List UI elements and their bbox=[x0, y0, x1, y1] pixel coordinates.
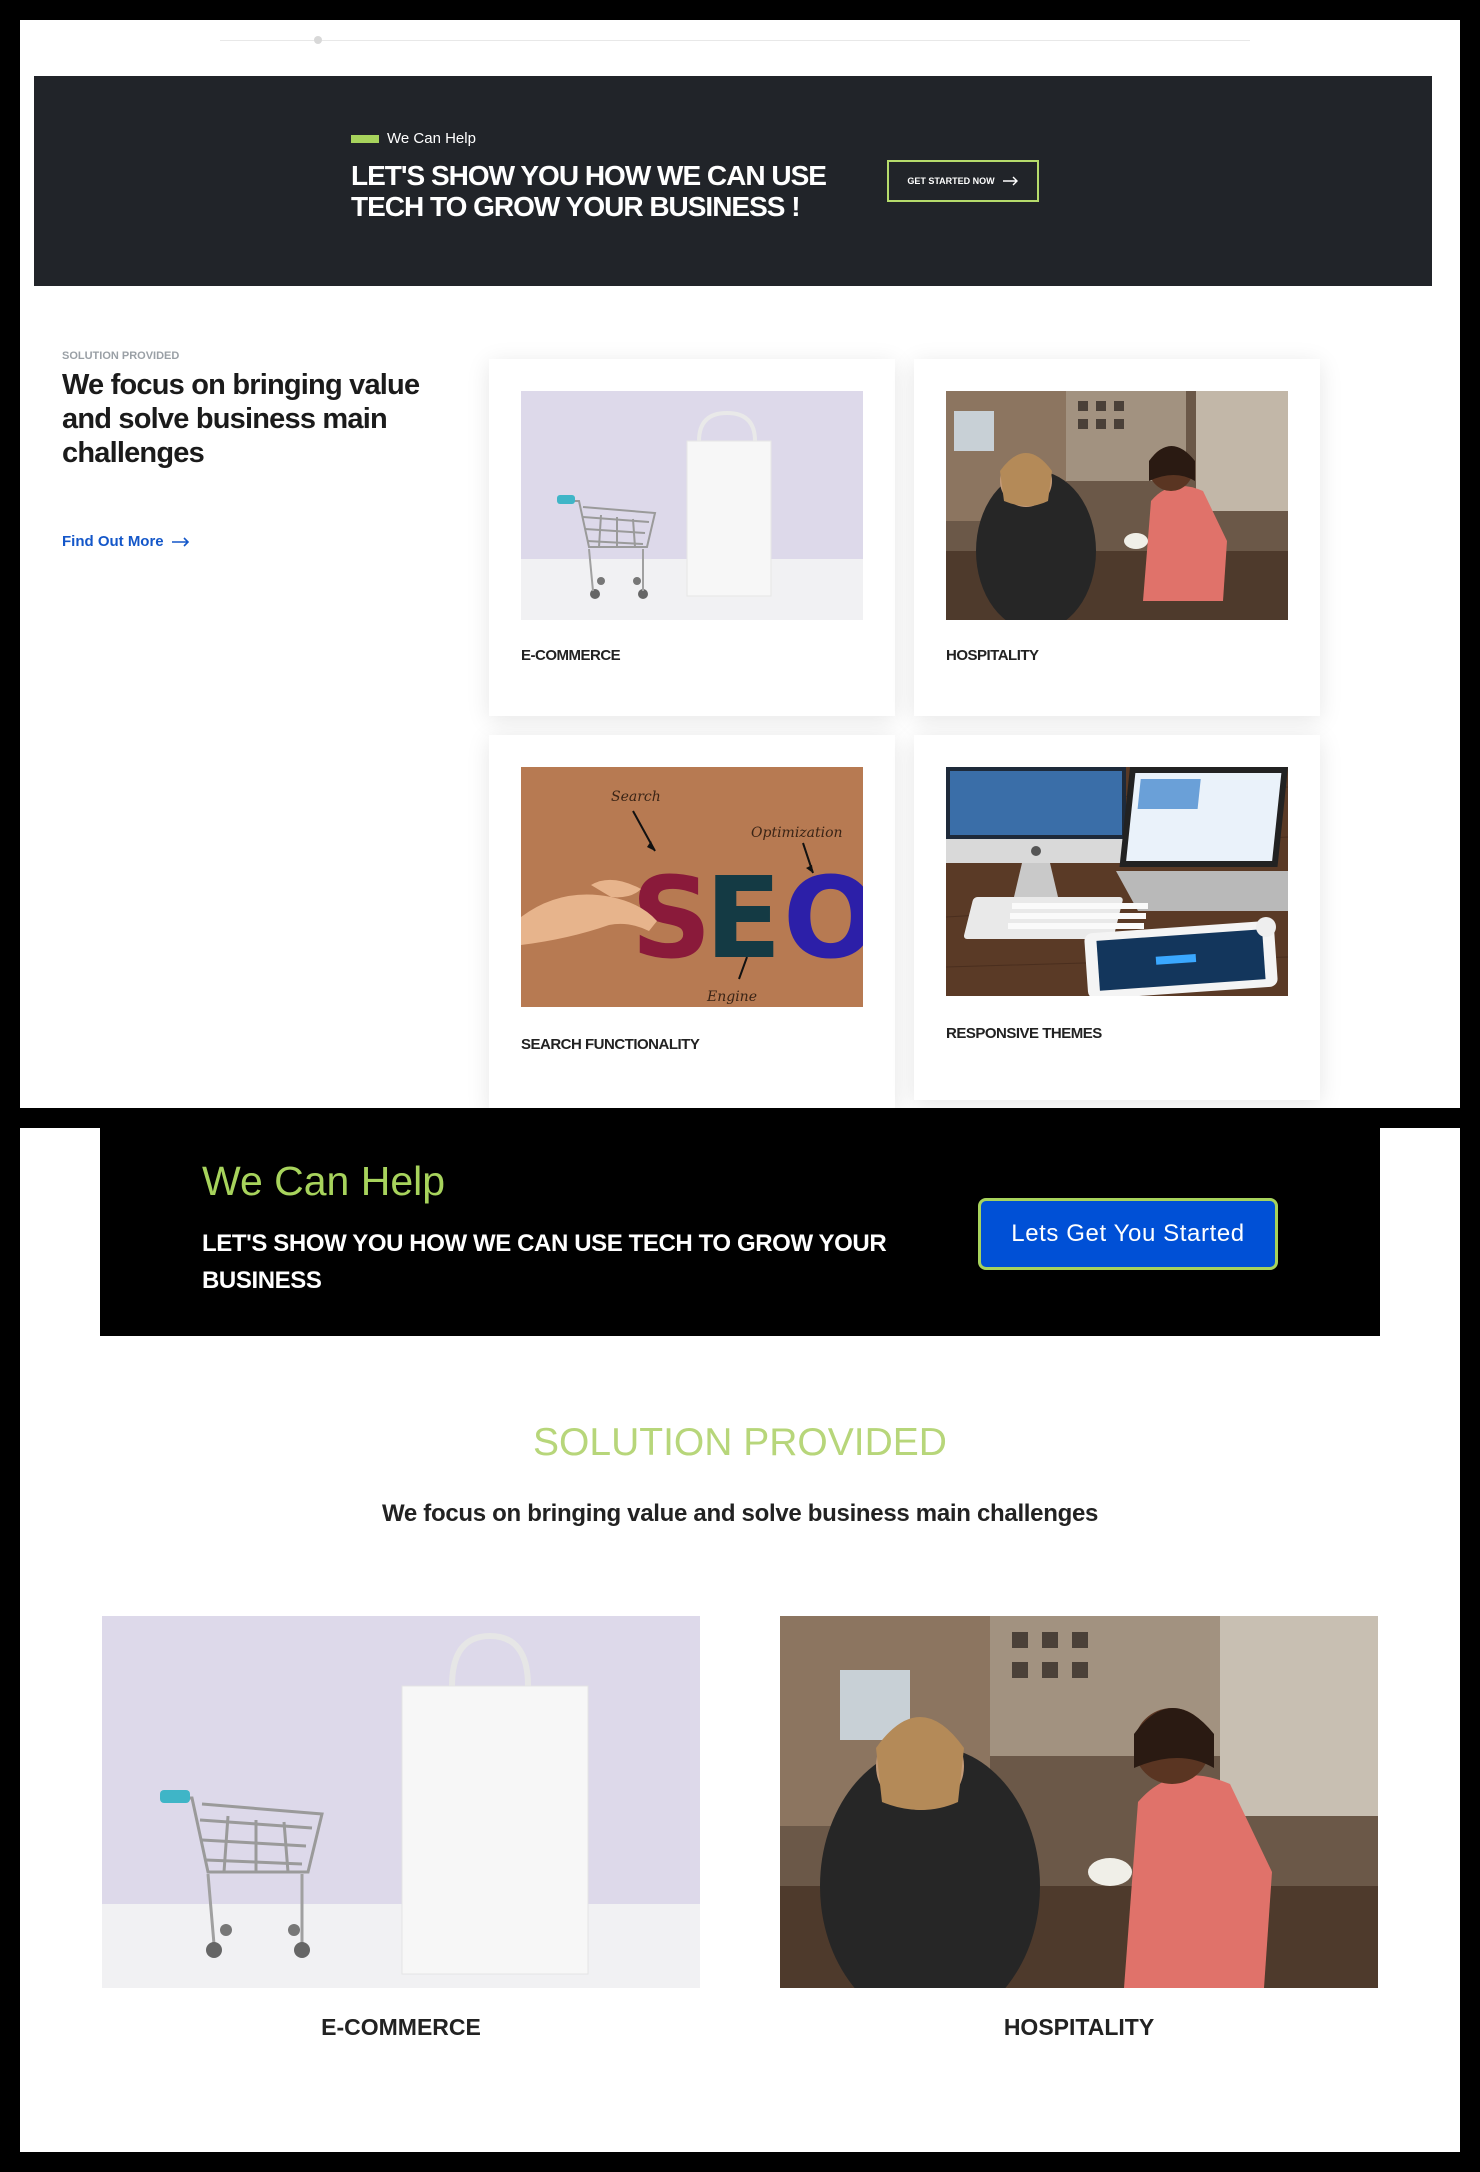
responsive-themes-image bbox=[946, 767, 1288, 996]
arrow-right-icon bbox=[171, 536, 189, 547]
card-label: E-COMMERCE bbox=[321, 2014, 481, 2040]
card-hospitality[interactable]: HOSPITALITY bbox=[780, 1616, 1378, 2041]
ecommerce-image bbox=[102, 1616, 700, 1988]
card-label: E-COMMERCE bbox=[521, 647, 621, 664]
card-responsive-themes[interactable]: RESPONSIVE THEMES bbox=[914, 735, 1320, 1100]
seo-tag-search: Search bbox=[611, 789, 661, 805]
nav-dot bbox=[314, 36, 322, 44]
seo-letter-o: O bbox=[783, 854, 863, 984]
card-label: HOSPITALITY bbox=[946, 647, 1039, 664]
card-label: SEARCH FUNCTIONALITY bbox=[521, 1036, 700, 1053]
card-search-functionality[interactable]: Search Optimization Engine S E O SEARCH … bbox=[489, 735, 895, 1108]
get-started-button[interactable]: GET STARTED NOW bbox=[887, 160, 1039, 202]
seo-letter-e: E bbox=[705, 854, 782, 984]
accent-bar bbox=[351, 134, 379, 143]
seo-image: Search Optimization Engine S E O bbox=[521, 767, 863, 1007]
find-out-more-label: Find Out More bbox=[62, 533, 164, 550]
hospitality-image bbox=[780, 1616, 1378, 1988]
solutions-eyebrow: SOLUTION PROVIDED bbox=[533, 1421, 947, 1464]
cta-heading: LET'S SHOW YOU HOW WE CAN USE TECH TO GR… bbox=[202, 1230, 887, 1294]
solutions-title: We focus on bringing value and solve bus… bbox=[62, 369, 420, 469]
nav-divider bbox=[220, 40, 1250, 41]
card-ecommerce[interactable]: E-COMMERCE bbox=[102, 1616, 700, 2041]
card-ecommerce[interactable]: E-COMMERCE bbox=[489, 359, 895, 716]
desktop-layout-screenshot: We Can Help LET'S SHOW YOU HOW WE CAN US… bbox=[20, 20, 1460, 1108]
card-hospitality[interactable]: HOSPITALITY bbox=[914, 359, 1320, 716]
cta-banner: We Can Help LET'S SHOW YOU HOW WE CAN US… bbox=[34, 76, 1432, 286]
seo-tag-engine: Engine bbox=[706, 989, 757, 1005]
seo-tag-optimization: Optimization bbox=[751, 825, 843, 841]
cta-eyebrow: We Can Help bbox=[351, 130, 476, 147]
cta-eyebrow: We Can Help bbox=[202, 1158, 446, 1204]
ecommerce-image bbox=[521, 391, 863, 620]
card-label: HOSPITALITY bbox=[1003, 2014, 1155, 2040]
hospitality-image bbox=[946, 391, 1288, 620]
solutions-subtitle: We focus on bringing value and solve bus… bbox=[381, 1500, 1099, 1527]
cta-banner: We Can Help LET'S SHOW YOU HOW WE CAN US… bbox=[100, 1128, 1380, 1336]
redesign-layout-screenshot: We Can Help LET'S SHOW YOU HOW WE CAN US… bbox=[20, 1128, 1460, 2152]
cta-eyebrow-text: We Can Help bbox=[387, 130, 476, 147]
lets-get-started-button[interactable]: Lets Get You Started bbox=[978, 1198, 1278, 1270]
card-label: RESPONSIVE THEMES bbox=[946, 1025, 1102, 1042]
solutions-eyebrow: SOLUTION PROVIDED bbox=[62, 350, 180, 362]
find-out-more-link[interactable]: Find Out More bbox=[62, 533, 190, 550]
cta-heading: LET'S SHOW YOU HOW WE CAN USE TECH TO GR… bbox=[351, 160, 827, 222]
arrow-right-icon bbox=[1002, 176, 1018, 186]
get-started-label: GET STARTED NOW bbox=[907, 176, 995, 186]
